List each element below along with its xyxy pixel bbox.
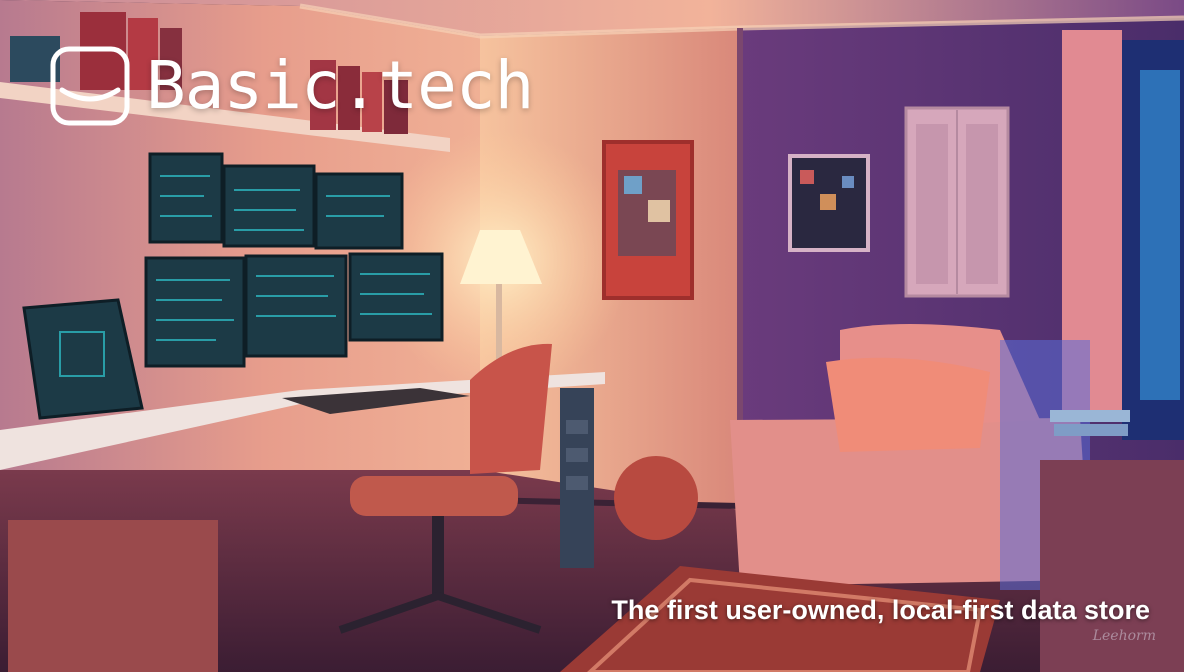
artist-signature: Leehorm	[1092, 628, 1156, 644]
smile-square-icon	[50, 46, 130, 126]
brand-logo: Basic.tech	[50, 46, 534, 126]
hero-banner: Basic.tech The first user-owned, local-f…	[0, 0, 1184, 672]
tagline: The first user-owned, local-first data s…	[611, 595, 1150, 625]
brand-name: Basic.tech	[146, 47, 534, 124]
